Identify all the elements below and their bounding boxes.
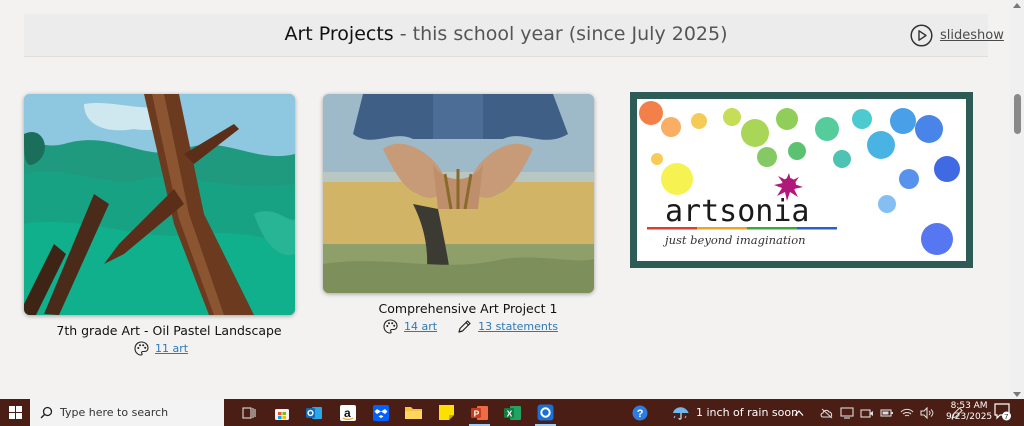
taskbar: Type here to search a P X ? 1 inch of ra…	[0, 399, 1024, 426]
cloud-sync-icon[interactable]	[820, 407, 834, 419]
title-main: Art Projects	[284, 23, 394, 45]
dropbox-icon[interactable]	[364, 399, 397, 426]
display-icon[interactable]	[840, 406, 854, 419]
slideshow-link[interactable]: slideshow	[940, 28, 1004, 43]
svg-text:X: X	[507, 408, 513, 418]
project-thumbnail[interactable]	[323, 94, 594, 293]
project-title[interactable]: Comprehensive Art Project 1	[323, 301, 613, 316]
page-title: Art Projects - this school year (since J…	[24, 23, 988, 45]
battery-icon[interactable]	[880, 407, 894, 419]
sticky-notes-icon[interactable]	[430, 399, 463, 426]
umbrella-rain-icon	[673, 406, 689, 420]
excel-icon[interactable]: X	[496, 399, 529, 426]
hands-wheat-image	[323, 94, 594, 293]
system-tray	[794, 399, 964, 426]
weather-widget[interactable]: 1 inch of rain soon	[672, 399, 798, 426]
search-placeholder: Type here to search	[60, 406, 169, 419]
svg-text:a: a	[344, 406, 351, 420]
tree-landscape-image	[24, 94, 295, 315]
pencil-icon	[458, 320, 471, 333]
project-title[interactable]: 7th grade Art - Oil Pastel Landscape	[24, 323, 314, 338]
notification-icon: 7	[994, 403, 1011, 421]
project-meta: 11 art	[134, 341, 188, 356]
camera-icon[interactable]	[860, 407, 874, 419]
file-explorer-icon[interactable]	[397, 399, 430, 426]
logo-frame: artsonia just beyond imagination	[630, 92, 973, 268]
taskbar-apps: a P X	[232, 399, 562, 426]
logo-wordmark: artsonia	[665, 194, 810, 229]
powerpoint-icon[interactable]: P	[463, 399, 496, 426]
title-sub: - this school year (since July 2025)	[393, 23, 728, 45]
wifi-icon[interactable]	[900, 407, 914, 419]
scroll-down-arrow-icon[interactable]	[1013, 392, 1021, 397]
artsonia-logo-image: artsonia just beyond imagination	[637, 99, 966, 261]
section-header: Art Projects - this school year (since J…	[24, 14, 1004, 57]
svg-text:P: P	[474, 408, 480, 418]
store-icon[interactable]	[265, 399, 298, 426]
start-button[interactable]	[0, 399, 30, 426]
system-clock[interactable]: 8:53 AM 9/23/2025	[946, 401, 992, 423]
palette-icon	[134, 341, 149, 356]
statements-count-link[interactable]: 13 statements	[478, 320, 558, 333]
slideshow-button[interactable]: slideshow	[910, 24, 1004, 47]
volume-icon[interactable]	[920, 406, 934, 419]
help-icon[interactable]: ?	[632, 405, 648, 425]
art-count-link[interactable]: 14 art	[404, 320, 437, 333]
scroll-up-arrow-icon[interactable]	[1013, 3, 1021, 8]
project-meta: 14 art 13 statements	[383, 319, 558, 334]
clock-time: 8:53 AM	[950, 401, 988, 411]
show-hidden-icons-icon[interactable]	[794, 409, 804, 417]
windows-logo-icon	[8, 406, 22, 419]
project-thumbnail[interactable]	[24, 94, 295, 315]
search-icon	[40, 406, 53, 419]
svg-text:?: ?	[637, 408, 644, 420]
page-content: Art Projects - this school year (since J…	[0, 0, 1010, 400]
notification-center-button[interactable]: 7	[994, 403, 1012, 425]
scrollbar-thumb[interactable]	[1014, 94, 1021, 134]
outlook-icon[interactable]	[298, 399, 331, 426]
amazon-icon[interactable]: a	[331, 399, 364, 426]
clock-date: 9/23/2025	[946, 412, 993, 422]
palette-icon	[383, 319, 398, 334]
taskbar-search[interactable]: Type here to search	[30, 399, 224, 426]
logo-tagline: just beyond imagination	[662, 233, 806, 247]
task-view-icon[interactable]	[232, 399, 265, 426]
notification-count: 7	[1004, 412, 1008, 421]
weather-text: 1 inch of rain soon	[696, 406, 799, 419]
vertical-scrollbar[interactable]	[1010, 0, 1024, 400]
art-count-link[interactable]: 11 art	[155, 342, 188, 355]
browser-icon[interactable]	[529, 399, 562, 426]
play-circle-icon	[910, 24, 933, 47]
